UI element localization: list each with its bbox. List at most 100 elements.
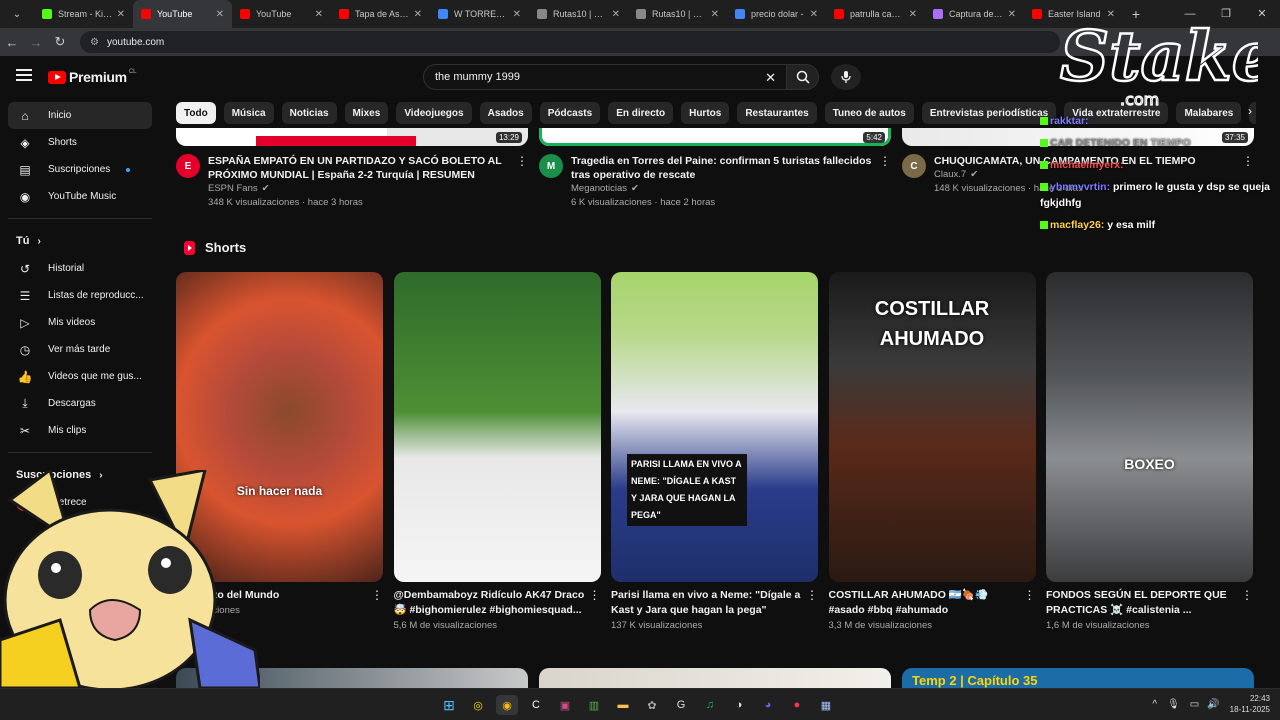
app-icon[interactable]: ▥ [583, 695, 605, 715]
video-title[interactable]: Tragedia en Torres del Paine: confirman … [571, 154, 879, 182]
video-card[interactable]: 13:29 E ESPAÑA EMPATÓ EN UN PARTIDAZO Y SA… [176, 128, 528, 218]
channel-name[interactable]: Claux.7 [934, 169, 966, 180]
app-icon[interactable]: ◑ [728, 695, 750, 715]
search-button[interactable] [787, 64, 819, 90]
video-thumbnail[interactable]: 13:29 [176, 128, 528, 146]
sidebar-item[interactable]: ↺ Historial [8, 255, 152, 282]
sidebar-item[interactable]: ⌂ Inicio [8, 102, 152, 129]
tab-search-button[interactable]: ⌄ [0, 0, 34, 28]
sidebar-item[interactable]: ◷ Ver más tarde [8, 336, 152, 363]
site-info-icon[interactable]: ⚙ [90, 37, 99, 48]
more-options-icon[interactable]: ⋮ [879, 154, 891, 210]
youtube-logo[interactable]: Premium CL [48, 69, 136, 85]
sidebar-item[interactable]: ▷ Mis videos [8, 309, 152, 336]
video-thumbnail[interactable]: 5:42 [539, 128, 891, 146]
browser-tab[interactable]: YouTube ✕ [232, 0, 331, 28]
browser-tab[interactable]: Captura de pa ✕ [925, 0, 1024, 28]
app-icon[interactable]: C [525, 695, 547, 715]
short-card[interactable]: @Dembamaboyz Ridículo AK47 Draco 🤯 #bigh… [393, 272, 601, 632]
voice-search-button[interactable] [831, 64, 861, 90]
back-icon[interactable]: ← [0, 35, 24, 50]
close-tab-icon[interactable]: ✕ [315, 9, 323, 20]
close-tab-icon[interactable]: ✕ [711, 9, 719, 20]
browser-tab[interactable]: Stream - Kick D... ✕ [34, 0, 133, 28]
discord-icon[interactable]: ◕ [757, 695, 779, 715]
short-thumbnail[interactable] [393, 272, 601, 582]
sidebar-item[interactable]: ✂ Mis clips [8, 417, 152, 444]
short-title[interactable]: @Dembamaboyz Ridículo AK47 Draco 🤯 #bigh… [394, 588, 589, 618]
channel-name[interactable]: ESPN Fans [208, 183, 258, 194]
microphone-tray-icon[interactable]: 🎙 [1167, 699, 1180, 710]
sidebar-item[interactable]: 👍 Videos que me gus... [8, 363, 152, 390]
close-tab-icon[interactable]: ✕ [414, 9, 422, 20]
windows-start-icon[interactable]: ⊞ [438, 695, 460, 715]
reload-icon[interactable]: ↻ [48, 34, 72, 50]
app-icon[interactable]: G [670, 695, 692, 715]
video-card[interactable]: 5:42 M Tragedia en Torres del Paine: confi… [539, 128, 891, 218]
more-options-icon[interactable]: ⋮ [1241, 588, 1253, 631]
video-title[interactable]: ESPAÑA EMPATÓ EN UN PARTIDAZO Y SACÓ BOL… [208, 154, 516, 182]
filter-chip[interactable]: En directo [608, 102, 674, 124]
channel-name[interactable]: Meganoticias [571, 183, 627, 194]
search-app-icon[interactable]: ◎ [467, 695, 489, 715]
you-section-header[interactable]: Tú › [0, 227, 160, 255]
close-tab-icon[interactable]: ✕ [513, 9, 521, 20]
channel-avatar[interactable]: C [902, 154, 926, 178]
channel-avatar[interactable]: E [176, 154, 200, 178]
close-tab-icon[interactable]: ✕ [1008, 9, 1016, 20]
app-icon[interactable]: ▦ [815, 695, 837, 715]
video-thumbnail[interactable]: Temp 2 | Capítulo 35 [902, 668, 1254, 690]
filter-chip[interactable]: Restaurantes [737, 102, 817, 124]
browser-tab[interactable]: YouTube ✕ [133, 0, 232, 28]
browser-tab[interactable]: Rutas10 | Circu ✕ [529, 0, 628, 28]
browser-tab[interactable]: Tapa de Asado ✕ [331, 0, 430, 28]
filter-chip[interactable]: Tuneo de autos [824, 102, 914, 124]
short-card[interactable]: BOXEO FONDOS SEGÚN EL DEPORTE QUE PRACTIC… [1046, 272, 1253, 632]
close-tab-icon[interactable]: ✕ [612, 9, 620, 20]
taskbar-clock[interactable]: 22:43 18-11-2025 [1230, 693, 1270, 715]
short-card[interactable]: COSTILLAR AHUMADO COSTILLAR AHUMADO 🇦🇷🍖💨 … [828, 272, 1036, 632]
video-thumbnail[interactable] [539, 668, 891, 690]
forward-icon[interactable]: → [24, 35, 48, 50]
close-tab-icon[interactable]: ✕ [117, 9, 125, 20]
menu-icon[interactable] [16, 69, 32, 83]
sidebar-item[interactable]: ◉ YouTube Music [8, 183, 152, 210]
app-icon[interactable]: ● [786, 695, 808, 715]
speaker-icon[interactable]: 🔊 [1207, 699, 1219, 710]
more-options-icon[interactable]: ⋮ [1024, 588, 1036, 631]
filter-chip[interactable]: Música [223, 102, 274, 124]
short-title[interactable]: COSTILLAR AHUMADO 🇦🇷🍖💨 #asado #bbq #ahum… [829, 588, 1024, 618]
search-input[interactable]: the mummy 1999 ✕ [423, 64, 787, 90]
chevron-up-icon[interactable]: ^ [1152, 699, 1157, 710]
short-title[interactable]: FONDOS SEGÚN EL DEPORTE QUE PRACTICAS ☠️… [1046, 588, 1241, 618]
sidebar-item[interactable]: ☰ Listas de reproducc... [8, 282, 152, 309]
app-icon[interactable]: ▣ [554, 695, 576, 715]
sidebar-item[interactable]: ▤ Suscripciones [8, 156, 152, 183]
channel-avatar[interactable]: M [539, 154, 563, 178]
filter-chip[interactable]: Asados [479, 102, 532, 124]
short-card[interactable]: PARISI LLAMA EN VIVO A NEME: "DÍGALE A K… [611, 272, 818, 632]
more-options-icon[interactable]: ⋮ [589, 588, 601, 631]
more-options-icon[interactable]: ⋮ [516, 154, 528, 210]
close-tab-icon[interactable]: ✕ [909, 9, 917, 20]
filter-chip[interactable]: Pódcasts [539, 102, 601, 124]
clear-search-icon[interactable]: ✕ [765, 70, 776, 86]
address-bar[interactable]: ⚙ youtube.com [80, 31, 1060, 53]
app-icon[interactable]: ✿ [641, 695, 663, 715]
filter-chip[interactable]: Noticias [281, 102, 337, 124]
browser-tab[interactable]: Rutas10 | Circu ✕ [628, 0, 727, 28]
file-explorer-icon[interactable]: ▬ [612, 695, 634, 715]
short-thumbnail[interactable]: BOXEO [1046, 272, 1253, 582]
filter-chip[interactable]: Mixes [344, 102, 389, 124]
more-options-icon[interactable]: ⋮ [371, 588, 383, 616]
filter-chip[interactable]: Hurtos [681, 102, 730, 124]
network-icon[interactable]: ▭ [1190, 699, 1199, 710]
short-title[interactable]: Parisi llama en vivo a Neme: "Dígale a K… [611, 588, 806, 618]
chrome-icon[interactable]: ◉ [496, 695, 518, 715]
browser-tab[interactable]: precio dolar - ✕ [727, 0, 826, 28]
close-tab-icon[interactable]: ✕ [216, 9, 224, 20]
spotify-icon[interactable]: ♫ [699, 695, 721, 715]
sidebar-item[interactable]: ◈ Shorts [8, 129, 152, 156]
browser-tab[interactable]: patrulla canina ✕ [826, 0, 925, 28]
short-thumbnail[interactable]: COSTILLAR AHUMADO [828, 272, 1036, 582]
